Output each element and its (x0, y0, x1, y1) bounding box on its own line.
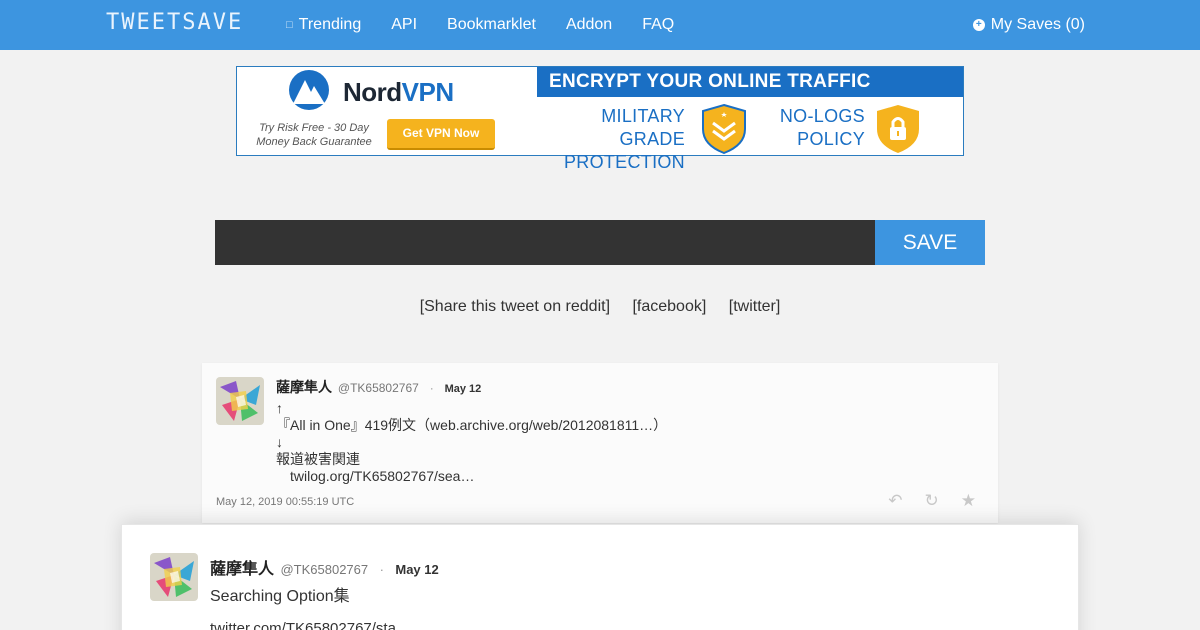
share-reddit-link[interactable]: [Share this tweet on reddit] (420, 298, 610, 315)
ad-feature-no-logs: NO-LOGS POLICY (777, 105, 865, 151)
nordvpn-logo-icon (289, 70, 329, 110)
tweet-link[interactable]: twilog.org/TK65802767/sea… (276, 468, 667, 485)
avatar-image (216, 377, 264, 425)
tweet-url-form: SAVE (215, 220, 985, 265)
brand-second: VPN (401, 77, 454, 107)
avatar[interactable] (150, 553, 198, 601)
avatar[interactable] (216, 377, 264, 425)
nav-link-trending[interactable]: □ Trending (286, 16, 361, 34)
tweet-line: 『All in One』419例文（web.archive.org/web/20… (276, 417, 668, 433)
retweet-icon[interactable]: ↻ (925, 491, 939, 511)
feature-line: POLICY (797, 129, 865, 149)
nav-links: □ Trending API Bookmarklet Addon FAQ (286, 0, 704, 50)
tweet-author-handle[interactable]: @TK65802767 (338, 381, 419, 395)
tweet-line: 報道被害関連 (276, 451, 360, 467)
tweet-date[interactable]: May 12 (395, 562, 438, 577)
tweet-header: 薩摩隼人 @TK65802767 · May 12 (276, 377, 481, 397)
share-facebook-link[interactable]: [facebook] (632, 298, 706, 315)
ad-brand-area: NordVPN Try Risk Free - 30 Day Money Bac… (237, 67, 537, 155)
nav-link-faq[interactable]: FAQ (642, 16, 674, 34)
separator-dot: · (429, 381, 434, 395)
nav-link-label: Bookmarklet (447, 16, 536, 33)
shield-badge-icon (702, 103, 746, 155)
lock-shield-icon (877, 105, 919, 153)
brand-first: Nord (343, 77, 402, 107)
ad-features-area: ENCRYPT YOUR ONLINE TRAFFIC MILITARY GRA… (537, 67, 963, 172)
embedded-tweet-card: 薩摩隼人 @TK65802767 · May 12 Searching Opti… (121, 524, 1079, 630)
nordvpn-wordmark: NordVPN (343, 77, 454, 108)
ad-feature-protection: MILITARY GRADE PROTECTION (537, 105, 685, 174)
tagline-line-2: Money Back Guarantee (256, 136, 372, 148)
share-links: [Share this tweet on reddit] [facebook] … (0, 298, 1200, 316)
nav-link-addon[interactable]: Addon (566, 16, 612, 34)
saved-tweet-card: 薩摩隼人 @TK65802767 · May 12 ↑ 『All in One』… (202, 363, 998, 523)
save-button[interactable]: SAVE (875, 220, 985, 265)
favorite-icon[interactable]: ★ (961, 491, 976, 511)
nav-link-label: FAQ (642, 16, 675, 33)
trending-icon: □ (286, 19, 293, 31)
ad-tagline: Try Risk Free - 30 Day Money Back Guaran… (249, 121, 379, 149)
ad-headline: ENCRYPT YOUR ONLINE TRAFFIC (537, 67, 963, 97)
nav-link-label: Trending (298, 16, 362, 33)
tweet-body: ↑ 『All in One』419例文（web.archive.org/web/… (276, 400, 667, 485)
tweet-header: 薩摩隼人 @TK65802767 · May 12 (210, 555, 439, 579)
feature-line: PROTECTION (563, 152, 685, 172)
tweet-timestamp: May 12, 2019 00:55:19 UTC (216, 496, 355, 508)
tweet-date[interactable]: May 12 (445, 383, 482, 395)
feature-line: MILITARY GRADE (601, 106, 685, 149)
tweet-actions: ↶ ↻ ★ (888, 491, 976, 511)
my-saves-link[interactable]: + My Saves (0) (972, 0, 1085, 50)
top-navbar: TWEETSAVE □ Trending API Bookmarklet Add… (0, 0, 1200, 50)
nav-link-bookmarklet[interactable]: Bookmarklet (447, 16, 536, 34)
nav-link-label: API (391, 16, 418, 33)
tweet-url-input[interactable] (215, 220, 875, 265)
tweet-author-name[interactable]: 薩摩隼人 (276, 379, 332, 395)
share-twitter-link[interactable]: [twitter] (729, 298, 781, 315)
tagline-line-1: Try Risk Free - 30 Day (259, 122, 369, 134)
tweet-line: ↓ (276, 434, 283, 450)
nav-link-api[interactable]: API (391, 16, 417, 34)
nordvpn-ad-banner[interactable]: NordVPN Try Risk Free - 30 Day Money Bac… (236, 66, 964, 172)
feature-line: NO-LOGS (779, 106, 865, 126)
my-saves-label: My Saves (0) (990, 16, 1085, 33)
separator-dot: · (379, 562, 384, 577)
get-vpn-button[interactable]: Get VPN Now (387, 119, 495, 150)
avatar-image (150, 553, 198, 601)
tweet-line: ↑ (276, 400, 283, 416)
plus-circle-icon: + (972, 19, 985, 31)
tweet-link[interactable]: twitter.com/TK65802767/sta… (210, 620, 411, 630)
tweet-author-handle[interactable]: @TK65802767 (280, 562, 368, 577)
reply-icon[interactable]: ↶ (888, 491, 902, 511)
site-logo[interactable]: TWEETSAVE (106, 10, 243, 35)
nav-link-label: Addon (565, 16, 613, 33)
tweet-text: Searching Option集 (210, 588, 350, 605)
tweet-author-name[interactable]: 薩摩隼人 (210, 561, 274, 578)
